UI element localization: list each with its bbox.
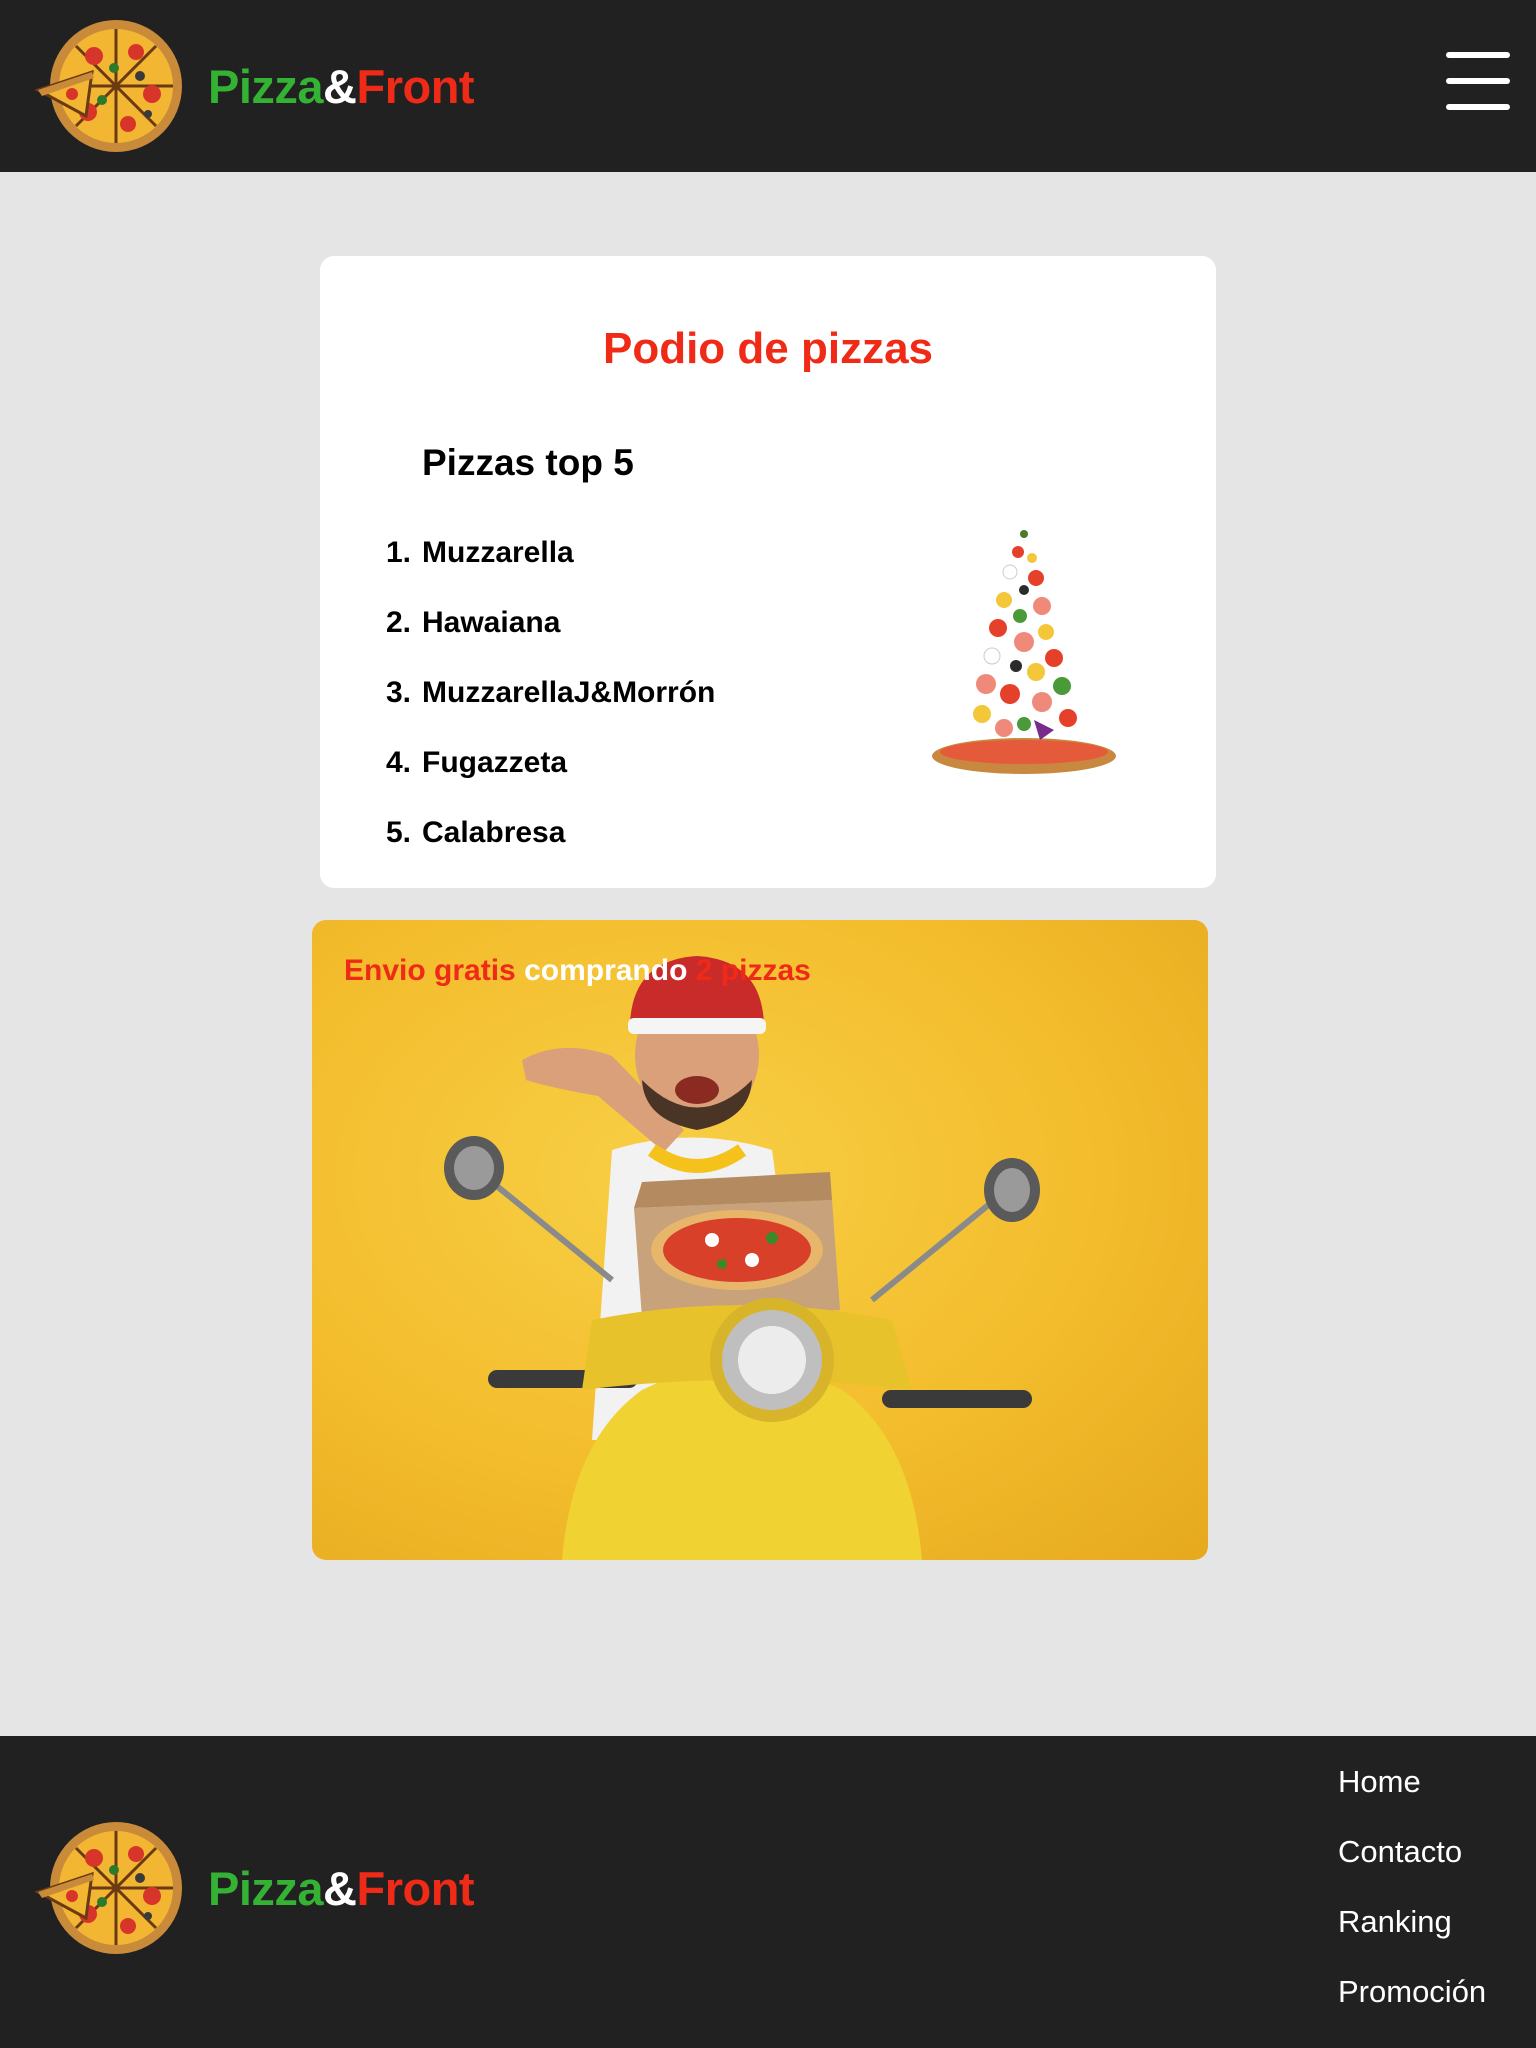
list-item-number: 5. <box>386 816 412 849</box>
promo-buying: comprando <box>524 954 688 987</box>
brand-part-front: Front <box>356 1861 475 1915</box>
brand-name: Pizza&Front <box>208 1861 475 1916</box>
brand-part-pizza: Pizza <box>208 59 324 113</box>
list-item-label: Muzzarella <box>422 536 574 569</box>
list-item-label: MuzzarellaJ&Morrón <box>422 676 716 709</box>
brand-name: Pizza&Front <box>208 59 475 114</box>
list-item: 4. Fugazzeta <box>386 746 715 816</box>
list-item: 2. Hawaiana <box>386 606 715 676</box>
footer-link-promocion[interactable]: Promoción <box>1338 1974 1486 2044</box>
pizza-logo-icon <box>34 1822 182 1954</box>
brand-part-front: Front <box>356 59 475 113</box>
footer-link-ranking[interactable]: Ranking <box>1338 1904 1486 1974</box>
flying-ingredients-pizza-image <box>932 530 1116 774</box>
header-logo-link[interactable]: Pizza&Front <box>32 16 475 156</box>
delivery-man-scooter-image <box>444 956 1040 1560</box>
list-item-number: 2. <box>386 606 412 639</box>
list-item: 1. Muzzarella <box>386 536 715 606</box>
list-item-label: Fugazzeta <box>422 746 568 779</box>
brand-part-ampersand: & <box>323 1861 357 1915</box>
footer-nav: Home Contacto Ranking Promoción <box>1338 1764 1486 2044</box>
pizza-logo-icon <box>34 20 182 152</box>
list-item-number: 4. <box>386 746 412 779</box>
site-footer: Pizza&Front Home Contacto Ranking Promoc… <box>0 1736 1536 2048</box>
footer-logo-link[interactable]: Pizza&Front <box>32 1818 475 1958</box>
list-item-number: 3. <box>386 676 412 709</box>
list-item: 5. Calabresa <box>386 816 715 886</box>
brand-part-pizza: Pizza <box>208 1861 324 1915</box>
brand-part-ampersand: & <box>323 59 357 113</box>
site-header: Pizza&Front <box>0 0 1536 172</box>
footer-link-contacto[interactable]: Contacto <box>1338 1834 1486 1904</box>
hamburger-line <box>1446 78 1510 84</box>
top5-list: 1. Muzzarella 2. Hawaiana 3. MuzzarellaJ&Mo… <box>386 536 715 886</box>
podium-card: Podio de pizzas Pizzas top 5 1. Muzzarell… <box>320 256 1216 888</box>
list-item-label: Hawaiana <box>422 606 561 639</box>
promo-banner[interactable]: Envio gratis comprando 2 pizzas <box>312 920 1208 1560</box>
hamburger-line <box>1446 104 1510 110</box>
podium-title: Podio de pizzas <box>602 324 934 373</box>
promo-two-pizzas: 2 pizzas <box>695 954 811 987</box>
top5-subtitle: Pizzas top 5 <box>422 442 634 483</box>
promo-text: Envio gratis comprando 2 pizzas <box>344 954 811 988</box>
promo-free-shipping: Envio gratis <box>344 954 516 987</box>
list-item: 3. MuzzarellaJ&Morrón <box>386 676 715 746</box>
list-item-number: 1. <box>386 536 412 569</box>
hamburger-menu-icon[interactable] <box>1446 52 1510 110</box>
hamburger-line <box>1446 52 1510 58</box>
list-item-label: Calabresa <box>422 816 566 849</box>
footer-link-home[interactable]: Home <box>1338 1764 1486 1834</box>
